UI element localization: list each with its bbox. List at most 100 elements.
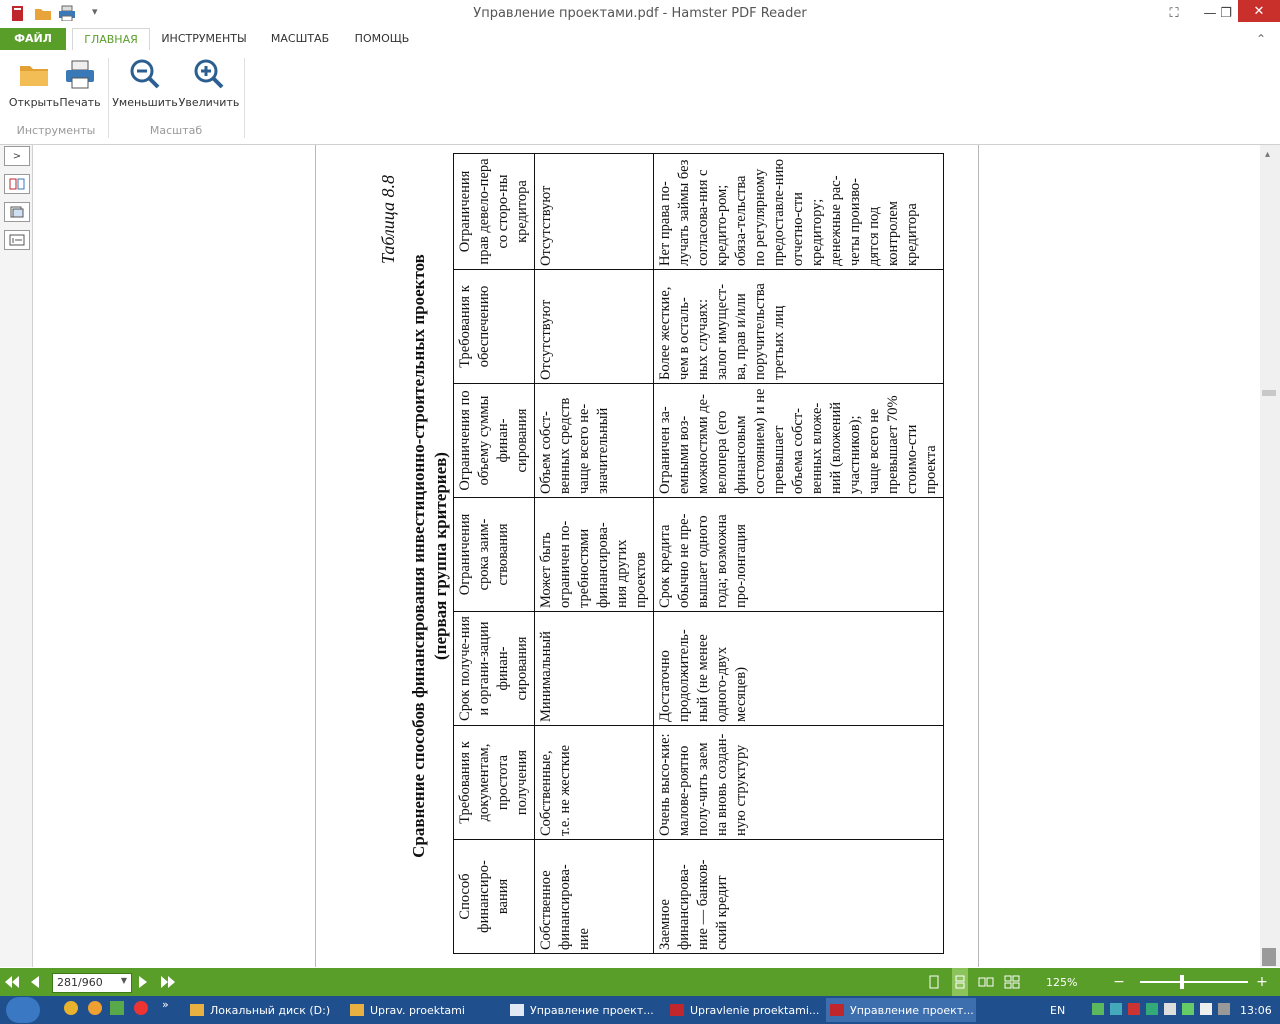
collapse-ribbon-icon[interactable]: ⌃ bbox=[1256, 32, 1266, 46]
scrollbar-thumb[interactable] bbox=[1262, 948, 1276, 966]
task-local-disk[interactable]: Локальный диск (D:) bbox=[186, 998, 342, 1022]
table-cell: Более жесткие, чем в осталь-ных случаях:… bbox=[653, 269, 944, 384]
more-icon[interactable]: » bbox=[162, 998, 169, 1011]
zoom-in-icon bbox=[193, 58, 225, 90]
single-page-view-icon[interactable] bbox=[928, 968, 940, 996]
zoom-in-button[interactable]: Увеличить bbox=[178, 58, 240, 109]
task-label: Upravlenie proektami... bbox=[690, 1003, 820, 1017]
tray-icon[interactable] bbox=[1110, 1003, 1122, 1015]
zoom-plus-button[interactable]: + bbox=[1254, 968, 1270, 996]
table-cell: Отсутствуют bbox=[534, 269, 654, 384]
zoom-minus-button[interactable]: − bbox=[1111, 968, 1127, 996]
task-uprav-proektami[interactable]: Uprav. proektami bbox=[346, 998, 502, 1022]
group-tools-label: Инструменты bbox=[16, 124, 96, 137]
language-indicator[interactable]: EN bbox=[1050, 996, 1065, 1024]
task-label: Локальный диск (D:) bbox=[210, 1003, 331, 1017]
tab-scale[interactable]: МАСШТАБ bbox=[262, 28, 338, 50]
table-cell: Заемное финансирова-ние — банков-ский кр… bbox=[653, 839, 944, 954]
volume-icon[interactable] bbox=[1200, 1003, 1212, 1015]
window-title: Управление проектами.pdf - Hamster PDF R… bbox=[473, 6, 807, 21]
print-label: Печать bbox=[59, 96, 101, 109]
close-button[interactable]: ✕ bbox=[1238, 0, 1280, 22]
facing-continuous-view-icon[interactable] bbox=[1004, 968, 1020, 996]
table-cell: Срок кредита обычно не пре-вышает одного… bbox=[653, 497, 944, 612]
tray-icon[interactable] bbox=[1182, 1003, 1194, 1015]
continuous-view-icon[interactable] bbox=[952, 968, 968, 996]
table-cell: Минимальный bbox=[534, 611, 654, 726]
header-cell: Требования к обеспечению bbox=[453, 269, 535, 384]
zoom-slider[interactable] bbox=[1140, 981, 1248, 983]
start-button[interactable] bbox=[6, 997, 40, 1023]
zoom-level: 125% bbox=[1046, 975, 1078, 989]
group-scale-label: Масштаб bbox=[149, 124, 203, 137]
tray-icon[interactable] bbox=[1146, 1003, 1158, 1015]
table-header-row: Способ финансиро-вания Требования к доку… bbox=[453, 153, 535, 954]
zoom-in-label: Увеличить bbox=[178, 96, 240, 109]
task-hamster-reader[interactable]: Управление проект... bbox=[826, 998, 976, 1022]
expand-panel-button[interactable]: > bbox=[4, 146, 30, 166]
power-icon[interactable] bbox=[1218, 1003, 1230, 1015]
vertical-scrollbar[interactable]: ▴ bbox=[1260, 145, 1280, 967]
table-cell: Объем собст-венных средств чаще всего не… bbox=[534, 383, 654, 498]
clock: 13:06 bbox=[1240, 1003, 1272, 1017]
table-cell: Может быть ограничен по-требностями фина… bbox=[534, 497, 654, 612]
chrome-icon[interactable] bbox=[64, 1001, 78, 1015]
last-page-icon[interactable] bbox=[160, 968, 176, 996]
ribbon-separator bbox=[108, 58, 109, 138]
tab-tools[interactable]: ИНСТРУМЕНТЫ bbox=[158, 28, 250, 50]
comparison-table: Способ финансиро-вания Требования к доку… bbox=[453, 153, 944, 954]
folder-icon bbox=[350, 1004, 364, 1016]
bookmarks-icon[interactable] bbox=[4, 230, 30, 250]
open-label: Открыть bbox=[8, 96, 60, 109]
fullscreen-button[interactable]: ⛶ bbox=[1156, 0, 1192, 26]
task-upravlenie-pdf[interactable]: Upravlenie proektami... bbox=[666, 998, 822, 1022]
table-cell: Нет права по-лучать займы без согласова-… bbox=[653, 153, 944, 270]
print-button[interactable]: Печать bbox=[58, 58, 102, 109]
scroll-mark bbox=[1262, 390, 1276, 396]
tab-help[interactable]: ПОМОЩЬ bbox=[348, 28, 416, 50]
table-cell: Очень высо-кие: малове-роятно полу-чить … bbox=[653, 725, 944, 840]
task-label: Управление проект... bbox=[850, 1003, 974, 1017]
table-row: Собственное финансирова-ние Собственные,… bbox=[534, 153, 654, 954]
tab-file[interactable]: ФАЙЛ bbox=[0, 28, 66, 50]
page-number-field[interactable]: 281/960 ▼ bbox=[52, 973, 132, 993]
heading-line-1: Сравнение способов финансирования инвест… bbox=[409, 254, 428, 858]
header-cell: Способ финансиро-вания bbox=[453, 839, 535, 954]
table-heading: Сравнение способов финансирования инвест… bbox=[408, 145, 452, 967]
header-cell: Требования к документам, простота получе… bbox=[453, 725, 535, 840]
tray-icon[interactable] bbox=[1092, 1003, 1104, 1015]
open-button[interactable]: Открыть bbox=[8, 58, 60, 109]
thumbnails-icon[interactable] bbox=[4, 174, 30, 194]
network-icon[interactable] bbox=[1164, 1003, 1176, 1015]
pdf-icon bbox=[670, 1004, 684, 1016]
next-page-icon[interactable] bbox=[138, 968, 148, 996]
task-upravlenie-doc[interactable]: Управление проект... bbox=[506, 998, 662, 1022]
header-cell: Ограничения по объему суммы финан-сирова… bbox=[453, 383, 535, 498]
table-row: Заемное финансирова-ние — банков-ский кр… bbox=[653, 153, 944, 954]
prev-page-icon[interactable] bbox=[30, 968, 40, 996]
zoom-out-label: Уменьшить bbox=[112, 96, 178, 109]
scroll-up-icon[interactable]: ▴ bbox=[1265, 149, 1270, 160]
folder-icon bbox=[18, 58, 50, 90]
yandex-icon[interactable] bbox=[134, 1001, 148, 1015]
table-cell: Собственные, т.е. не жесткие bbox=[534, 725, 654, 840]
page-number-value: 281/960 bbox=[57, 976, 103, 989]
facing-view-icon[interactable] bbox=[978, 968, 994, 996]
mail-icon[interactable] bbox=[88, 1001, 102, 1015]
rotated-page-content: Таблица 8.8 Сравнение способов финансиро… bbox=[378, 145, 968, 967]
tab-home[interactable]: ГЛАВНАЯ bbox=[72, 28, 150, 52]
side-panel-strip bbox=[0, 145, 33, 967]
flag-icon[interactable] bbox=[1128, 1003, 1140, 1015]
folder-icon bbox=[190, 1004, 204, 1016]
pages-icon[interactable] bbox=[4, 202, 30, 222]
zoom-out-button[interactable]: Уменьшить bbox=[112, 58, 178, 109]
zoom-slider-knob[interactable] bbox=[1180, 975, 1184, 989]
first-page-icon[interactable] bbox=[4, 968, 20, 996]
zoom-out-icon bbox=[129, 58, 161, 90]
table-cell: Достаточно продолжитель-ный (не менее од… bbox=[653, 611, 944, 726]
task-label: Uprav. proektami bbox=[370, 1003, 465, 1017]
document-icon bbox=[510, 1004, 524, 1016]
page-dropdown-icon[interactable]: ▼ bbox=[121, 976, 127, 985]
header-cell: Ограничения прав девело-пера со сторо-ны… bbox=[453, 153, 535, 270]
app-icon-green[interactable] bbox=[110, 1001, 124, 1015]
